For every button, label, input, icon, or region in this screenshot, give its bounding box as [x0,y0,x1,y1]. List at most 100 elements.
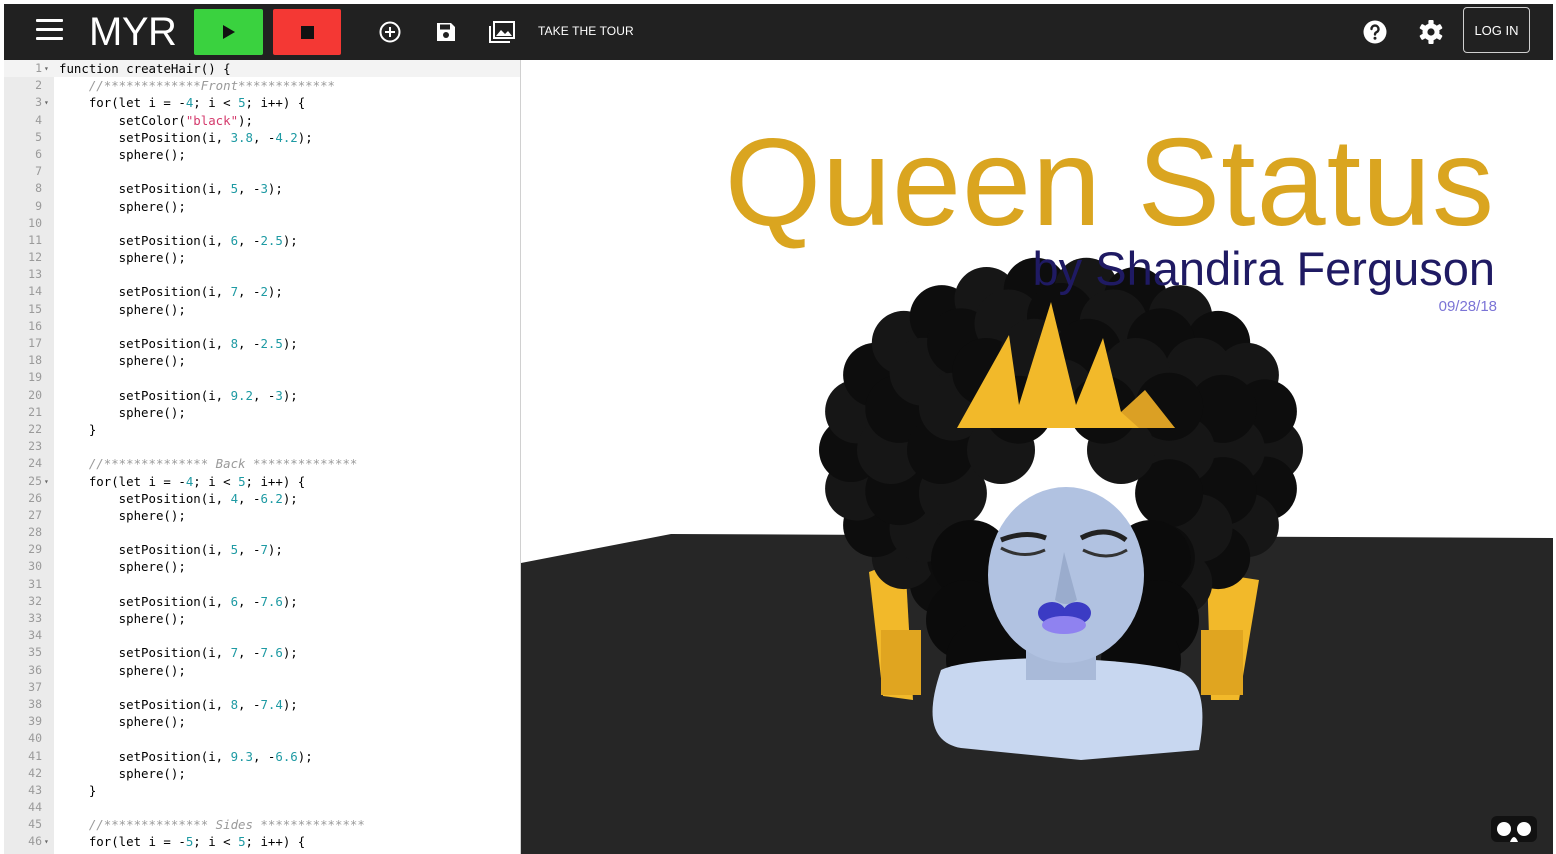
code-text: setPosition(i, 5, -3); [59,181,283,197]
code-text: sphere(); [59,301,186,317]
code-line[interactable]: 20 setPosition(i, 9.2, -3); [4,387,520,404]
code-line[interactable]: 30 sphere(); [4,558,520,575]
code-line[interactable]: 33 sphere(); [4,610,520,627]
code-line[interactable]: 3 ▾ for(let i = -4; i < 5; i++) { [4,94,520,111]
login-button[interactable]: LOG IN [1463,7,1530,53]
code-line[interactable]: 29 setPosition(i, 5, -7); [4,541,520,558]
code-line[interactable]: 27 sphere(); [4,507,520,524]
code-line[interactable]: 40 [4,730,520,747]
play-button[interactable] [194,9,263,55]
code-line[interactable]: 1 ▾ function createHair() { [4,60,520,78]
code-line[interactable]: 6 sphere(); [4,146,520,163]
line-number: 1 [35,61,42,75]
code-line[interactable]: 8 setPosition(i, 5, -3); [4,180,520,197]
code-text: setPosition(i, 9.2, -3); [59,387,298,403]
code-line[interactable]: 18 sphere(); [4,352,520,369]
code-line[interactable]: 44 [4,799,520,816]
line-number: 42 [28,765,42,780]
code-text: setPosition(i, 3.8, -4.2); [59,129,313,145]
collection-button[interactable] [486,16,518,48]
fold-toggle-icon[interactable]: ▾ [44,473,49,490]
code-line[interactable]: 5 setPosition(i, 3.8, -4.2); [4,129,520,146]
line-number: 11 [28,232,42,247]
code-line[interactable]: 41 setPosition(i, 9.3, -6.6); [4,748,520,765]
code-line[interactable]: 35 setPosition(i, 7, -7.6); [4,644,520,661]
code-line[interactable]: 7 [4,163,520,180]
code-line[interactable]: 32 setPosition(i, 6, -7.6); [4,593,520,610]
line-number: 18 [28,353,42,368]
hamburger-menu-icon[interactable] [36,19,63,41]
new-scene-button[interactable] [374,16,406,48]
line-number: 31 [28,576,42,591]
code-line[interactable]: 31 [4,576,520,593]
vr-headset-icon [1491,816,1537,842]
stop-icon [300,25,314,39]
code-line[interactable]: 34 [4,627,520,644]
code-text: sphere(); [59,611,186,626]
code-text: for(let i = -4; i < 5; i++) { [59,473,306,489]
code-line[interactable]: 14 setPosition(i, 7, -2); [4,283,520,300]
line-number: 3 [35,95,42,110]
take-the-tour-link[interactable]: TAKE THE TOUR [538,24,634,38]
photo-library-icon [489,21,515,43]
code-line[interactable]: 36 sphere(); [4,662,520,679]
code-line[interactable]: 46 ▾ for(let i = -5; i < 5; i++) { [4,833,520,850]
code-line[interactable]: 13 [4,266,520,283]
app-logo: MYR [89,10,177,54]
line-number: 43 [28,782,42,797]
code-text: } [59,421,97,437]
stop-button[interactable] [273,9,341,55]
fold-toggle-icon[interactable]: ▾ [44,94,49,111]
line-number: 34 [28,628,42,643]
code-line[interactable]: 2 //*************Front************* [4,77,520,94]
help-button[interactable] [1359,16,1391,48]
code-text: function createHair() { [59,61,231,76]
line-number: 39 [28,714,42,729]
code-line[interactable]: 23 [4,438,520,455]
code-line[interactable]: 15 sphere(); [4,301,520,318]
code-text: sphere(); [59,765,186,781]
gear-icon [1419,20,1443,44]
code-line[interactable]: 9 sphere(); [4,198,520,215]
code-line[interactable]: 43 } [4,782,520,799]
line-number: 8 [35,181,42,196]
code-line[interactable]: 28 [4,524,520,541]
fold-toggle-icon[interactable]: ▾ [44,60,49,77]
code-line[interactable]: 42 sphere(); [4,765,520,782]
code-line[interactable]: 25 ▾ for(let i = -4; i < 5; i++) { [4,473,520,490]
code-line[interactable]: 45 //************** Sides ************** [4,816,520,833]
line-number: 27 [28,507,42,522]
code-line[interactable]: 22 } [4,421,520,438]
code-line[interactable]: 11 setPosition(i, 6, -2.5); [4,232,520,249]
line-number: 21 [28,404,42,419]
code-editor[interactable]: 1 ▾ function createHair() {2 //***********… [4,60,521,854]
code-text: sphere(); [59,662,186,678]
code-line[interactable]: 10 [4,215,520,232]
code-line[interactable]: 24 //************** Back ************** [4,455,520,472]
line-number: 4 [35,112,42,127]
line-number: 12 [28,250,42,265]
line-number: 6 [35,146,42,161]
scene-date: 09/28/18 [1438,298,1497,315]
save-button[interactable] [430,16,462,48]
floppy-disk-icon [437,23,455,41]
code-line[interactable]: 21 sphere(); [4,404,520,421]
play-icon [222,25,235,39]
code-line[interactable]: 4 setColor("black"); [4,112,520,129]
code-line[interactable]: 37 [4,679,520,696]
line-number: 28 [28,525,42,540]
code-text: sphere(); [59,714,186,730]
settings-button[interactable] [1415,16,1447,48]
code-line[interactable]: 26 setPosition(i, 4, -6.2); [4,490,520,507]
fold-toggle-icon[interactable]: ▾ [44,833,49,850]
code-line[interactable]: 39 sphere(); [4,713,520,730]
code-line[interactable]: 38 setPosition(i, 8, -7.4); [4,696,520,713]
code-line[interactable]: 16 [4,318,520,335]
code-line[interactable]: 12 sphere(); [4,249,520,266]
line-number: 41 [28,748,42,763]
code-line[interactable]: 19 [4,369,520,386]
scene-viewport[interactable]: Queen Status by Shandira Ferguson 09/28/… [521,60,1553,854]
line-number: 23 [28,439,42,454]
vr-mode-button[interactable] [1489,810,1539,848]
code-line[interactable]: 17 setPosition(i, 8, -2.5); [4,335,520,352]
